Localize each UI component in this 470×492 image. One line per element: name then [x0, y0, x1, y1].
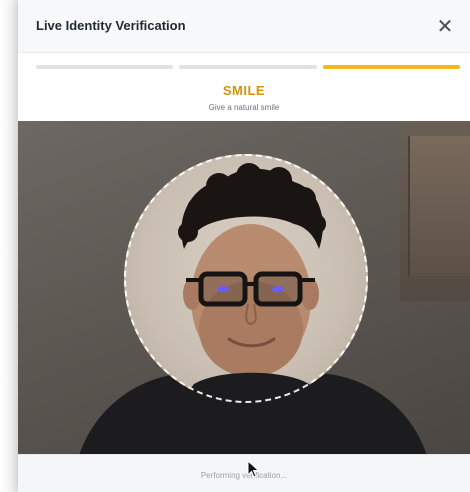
modal-title: Live Identity Verification — [36, 18, 186, 33]
arrow-cursor-icon — [247, 460, 260, 478]
step-subtitle: Give a natural smile — [208, 103, 280, 112]
step-title: SMILE — [222, 83, 266, 98]
progress-step-1 — [36, 65, 174, 69]
close-icon[interactable]: ✕ — [434, 16, 456, 38]
progress-step-3 — [322, 65, 460, 69]
status-text: Performing verification... — [200, 471, 288, 480]
background-cabinet — [408, 136, 470, 276]
progress-step-2 — [179, 65, 317, 69]
modal-header: Live Identity Verification ✕ — [18, 0, 470, 53]
verification-modal: Live Identity Verification ✕ SMILE Give … — [18, 0, 470, 492]
face-guide-oval — [124, 154, 368, 403]
status-bar: Performing verification... — [18, 454, 470, 492]
step-progress-bar — [36, 65, 460, 69]
camera-feed — [18, 121, 470, 454]
